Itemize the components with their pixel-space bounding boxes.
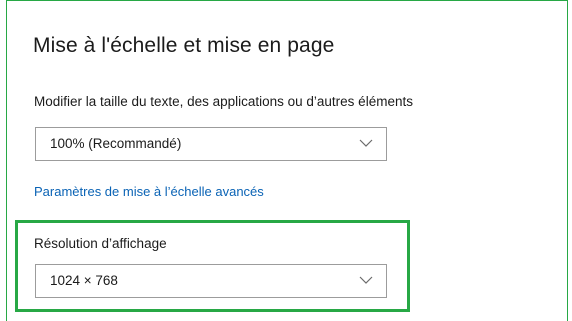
scale-dropdown[interactable]: 100% (Recommandé)	[35, 127, 387, 161]
scale-dropdown-value: 100% (Recommandé)	[50, 136, 182, 151]
resolution-dropdown-value: 1024 × 768	[50, 273, 118, 288]
resolution-label: Résolution d’affichage	[34, 236, 167, 251]
scale-label: Modifier la taille du texte, des applica…	[34, 94, 413, 109]
resolution-dropdown[interactable]: 1024 × 768	[35, 264, 387, 298]
advanced-scaling-link[interactable]: Paramètres de mise à l’échelle avancés	[34, 184, 264, 199]
chevron-down-icon	[359, 139, 373, 147]
section-title: Mise à l'échelle et mise en page	[33, 34, 335, 57]
chevron-down-icon	[359, 276, 373, 284]
